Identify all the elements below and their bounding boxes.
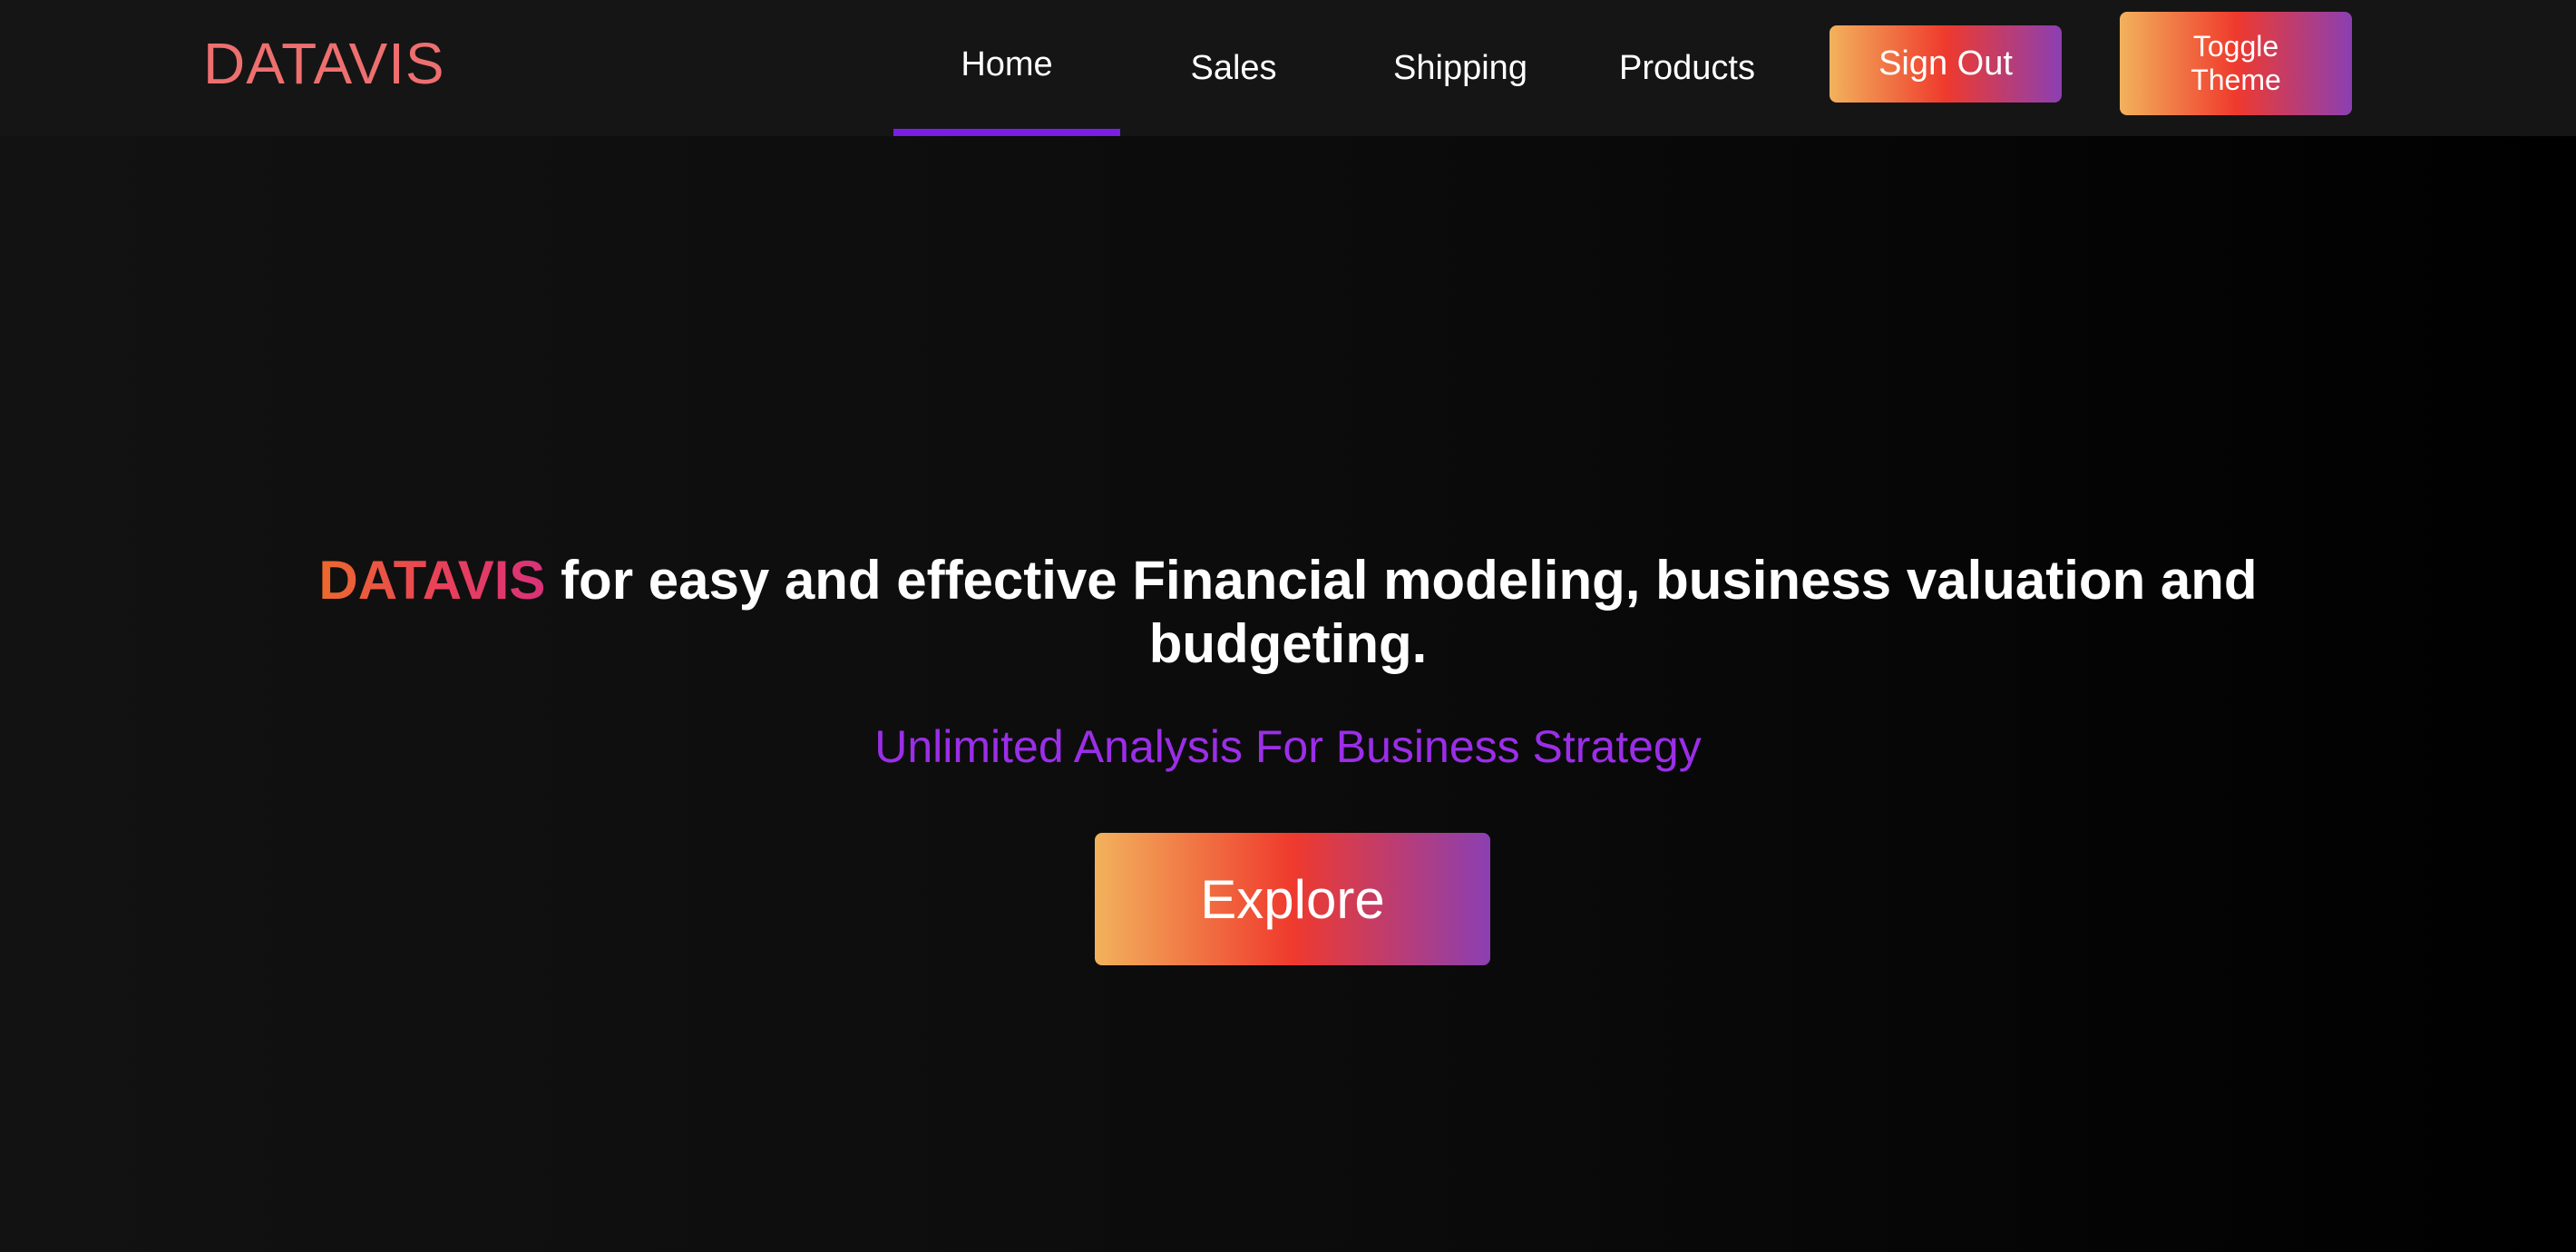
hero-section: DATAVIS for easy and effective Financial…	[0, 549, 2576, 965]
nav-link-shipping-label: Shipping	[1393, 48, 1527, 87]
logo[interactable]: DATAVIS	[203, 31, 445, 96]
top-navbar: DATAVIS Home Sales Shipping Products Sig…	[0, 0, 2576, 136]
hero-brand-word: DATAVIS	[318, 550, 546, 611]
nav-link-home[interactable]: Home	[893, 0, 1120, 136]
toggle-theme-button[interactable]: Toggle Theme	[2120, 12, 2352, 115]
nav-link-products-label: Products	[1619, 48, 1755, 87]
hero-subtitle: Unlimited Analysis For Business Strategy	[874, 721, 1702, 772]
nav-link-products[interactable]: Products	[1596, 0, 1778, 136]
nav-link-sales[interactable]: Sales	[1143, 0, 1324, 136]
nav-link-sales-label: Sales	[1190, 48, 1277, 87]
nav-link-shipping[interactable]: Shipping	[1370, 0, 1551, 136]
hero-title: DATAVIS for easy and effective Financial…	[290, 549, 2286, 676]
explore-button[interactable]: Explore	[1095, 833, 1490, 965]
hero-title-text: for easy and effective Financial modelin…	[545, 550, 2258, 674]
nav-link-home-label: Home	[961, 44, 1053, 83]
active-nav-indicator	[893, 129, 1120, 136]
sign-out-button[interactable]: Sign Out	[1830, 25, 2062, 103]
